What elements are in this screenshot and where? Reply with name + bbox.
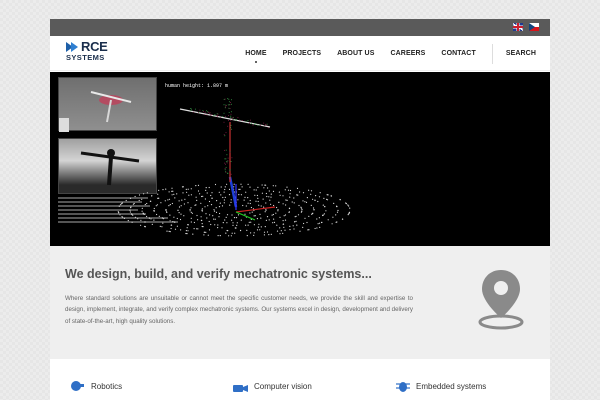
service-robotics[interactable]: Robotics (70, 380, 122, 392)
intro-heading: We design, build, and verify mechatronic… (65, 267, 372, 281)
bug-chip-icon (396, 382, 410, 392)
nav-careers[interactable]: CAREERS (390, 50, 425, 57)
uk-flag-icon[interactable] (513, 23, 523, 31)
nav-contact[interactable]: CONTACT (441, 50, 475, 57)
robot-arm-icon (71, 381, 84, 391)
services-row: Robotics Computer vision Embedded system… (50, 359, 550, 400)
logo-arrows-icon (66, 42, 82, 52)
logo-text-secondary: SYSTEMS (66, 53, 105, 62)
point-cloud-visualization (117, 98, 351, 237)
site-header: RCE SYSTEMS HOME PROJECTS ABOUT US CAREE… (50, 36, 550, 71)
nav-projects[interactable]: PROJECTS (283, 50, 322, 57)
top-bar (50, 19, 550, 36)
nav-home[interactable]: HOME (245, 50, 266, 57)
language-switcher (513, 23, 539, 31)
service-label: Embedded systems (416, 381, 487, 391)
site-logo[interactable]: RCE SYSTEMS (66, 40, 116, 64)
logo-text-primary: RCE (81, 39, 108, 54)
intro-paragraph: Where standard solutions are unsuitable … (65, 295, 413, 325)
nav-search[interactable]: SEARCH (506, 50, 536, 57)
location-pin-icon (478, 270, 524, 330)
nav-about-us[interactable]: ABOUT US (337, 50, 374, 57)
service-label: Robotics (91, 381, 123, 391)
service-label: Computer vision (254, 381, 312, 391)
intro-section: We design, build, and verify mechatronic… (50, 246, 550, 359)
service-computer-vision[interactable]: Computer vision (233, 380, 312, 392)
nav-divider (491, 43, 493, 64)
video-camera-icon (233, 385, 248, 392)
main-nav: HOME PROJECTS ABOUT US CAREERS CONTACT S… (229, 36, 550, 71)
hero-image: human height: 1.897 m (50, 72, 550, 246)
cz-flag-icon[interactable] (529, 23, 539, 31)
service-embedded-systems[interactable]: Embedded systems (395, 380, 486, 392)
page-container: RCE SYSTEMS HOME PROJECTS ABOUT US CAREE… (50, 19, 550, 400)
